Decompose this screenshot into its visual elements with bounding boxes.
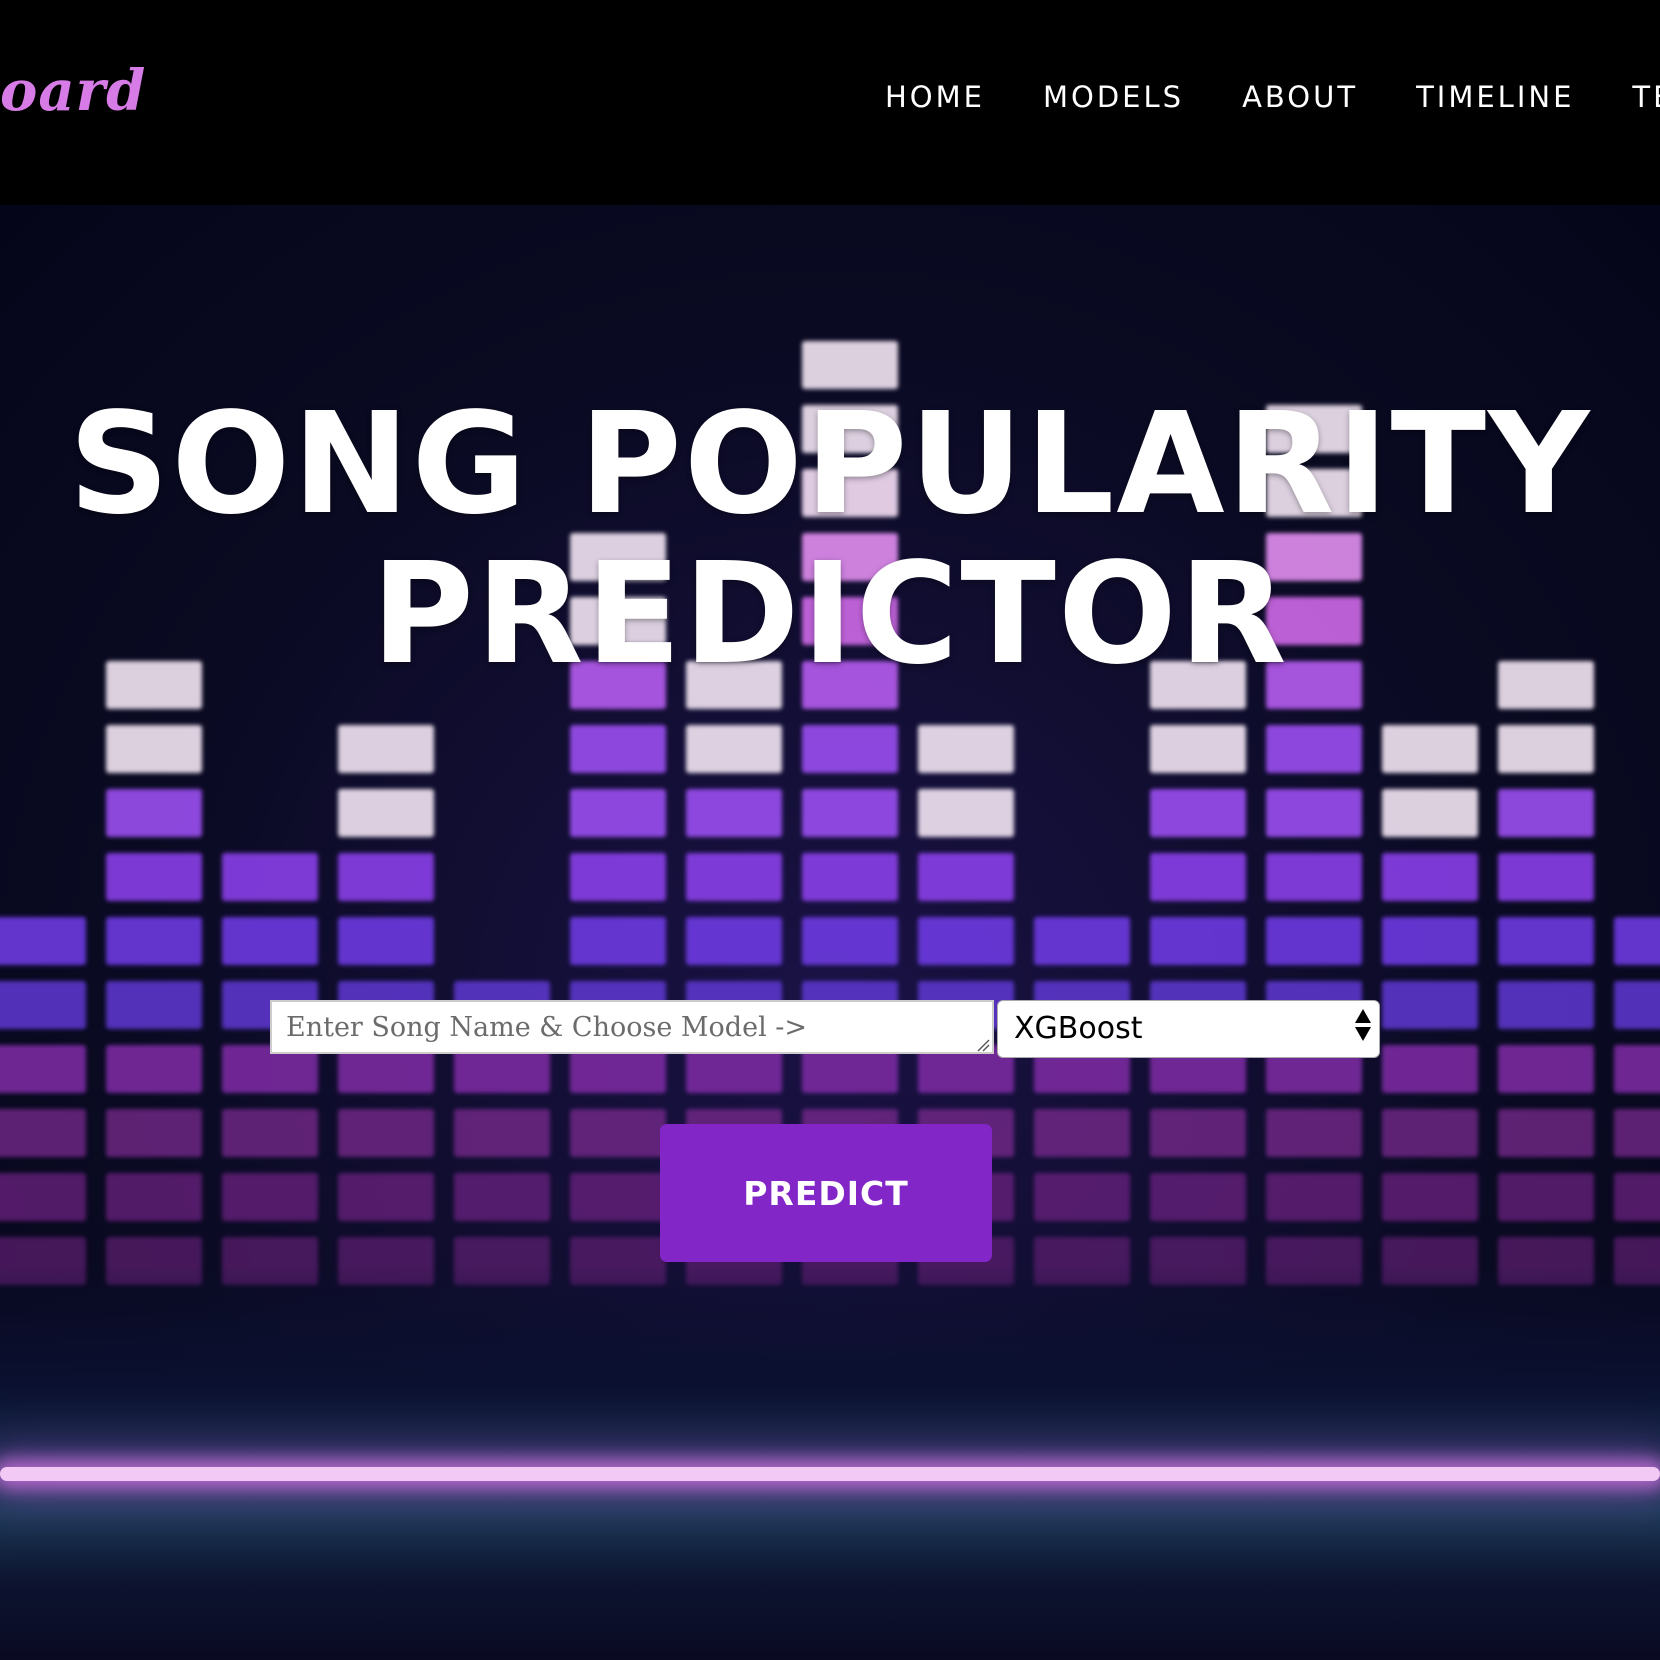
equalizer-segment xyxy=(918,789,1014,837)
equalizer-segment xyxy=(338,789,434,837)
equalizer-segment xyxy=(338,853,434,901)
equalizer-segment xyxy=(1498,853,1594,901)
equalizer-segment xyxy=(1382,1173,1478,1221)
model-select[interactable]: XGBoost xyxy=(997,1000,1380,1058)
equalizer-segment xyxy=(918,853,1014,901)
equalizer-segment xyxy=(1150,1109,1246,1157)
equalizer-segment xyxy=(106,1173,202,1221)
equalizer-segment xyxy=(0,981,86,1029)
equalizer-segment xyxy=(338,725,434,773)
equalizer-segment xyxy=(1614,917,1660,965)
equalizer-segment xyxy=(1498,789,1594,837)
equalizer-segment xyxy=(1614,981,1660,1029)
equalizer-segment xyxy=(1266,1109,1362,1157)
title-line-1: SONG POPULARITY xyxy=(68,383,1592,546)
equalizer-segment xyxy=(918,917,1014,965)
equalizer-segment xyxy=(338,917,434,965)
equalizer-segment xyxy=(570,1109,666,1157)
equalizer-segment xyxy=(454,1173,550,1221)
equalizer-segment xyxy=(106,1045,202,1093)
equalizer-segment xyxy=(918,725,1014,773)
equalizer-segment xyxy=(454,1109,550,1157)
equalizer-segment xyxy=(106,789,202,837)
equalizer-segment xyxy=(1150,1173,1246,1221)
equalizer-segment xyxy=(106,853,202,901)
equalizer-segment xyxy=(1266,853,1362,901)
navbar: oard HOME MODELS ABOUT TIMELINE TE xyxy=(0,0,1660,205)
floor-reflection xyxy=(0,1265,1660,1660)
brand-logo[interactable]: oard xyxy=(0,58,146,124)
equalizer-segment xyxy=(1498,917,1594,965)
equalizer-segment xyxy=(222,853,318,901)
song-name-input[interactable] xyxy=(270,1000,994,1054)
equalizer-segment xyxy=(1034,1173,1130,1221)
nav-link-home[interactable]: HOME xyxy=(885,80,985,114)
equalizer-segment xyxy=(1382,917,1478,965)
equalizer-segment xyxy=(0,1045,86,1093)
resize-grip-icon[interactable] xyxy=(976,1038,990,1052)
equalizer-segment xyxy=(0,1173,86,1221)
equalizer-segment xyxy=(802,789,898,837)
equalizer-segment xyxy=(222,1109,318,1157)
equalizer-segment xyxy=(1150,725,1246,773)
up-down-caret-icon xyxy=(1355,1009,1371,1041)
equalizer-segment xyxy=(222,917,318,965)
nav-link-models[interactable]: MODELS xyxy=(1043,80,1184,114)
equalizer-segment xyxy=(570,789,666,837)
nav-links: HOME MODELS ABOUT TIMELINE TE xyxy=(885,80,1660,114)
equalizer-segment xyxy=(1498,1109,1594,1157)
nav-link-about[interactable]: ABOUT xyxy=(1242,80,1358,114)
equalizer-segment xyxy=(570,1173,666,1221)
predict-button[interactable]: PREDICT xyxy=(660,1124,992,1262)
equalizer-segment xyxy=(1034,917,1130,965)
equalizer-segment xyxy=(1382,789,1478,837)
equalizer-segment xyxy=(0,917,86,965)
equalizer-segment xyxy=(802,725,898,773)
equalizer-segment xyxy=(802,853,898,901)
equalizer-segment xyxy=(686,725,782,773)
equalizer-segment xyxy=(570,725,666,773)
equalizer-segment xyxy=(222,1173,318,1221)
equalizer-segment xyxy=(1150,853,1246,901)
equalizer-segment xyxy=(338,1173,434,1221)
equalizer-segment xyxy=(1266,917,1362,965)
equalizer-segment xyxy=(106,1109,202,1157)
equalizer-segment xyxy=(1498,981,1594,1029)
equalizer-segment xyxy=(802,341,898,389)
glow-line xyxy=(0,1467,1660,1481)
equalizer-segment xyxy=(1266,725,1362,773)
model-select-value: XGBoost xyxy=(1014,1011,1143,1046)
equalizer-segment xyxy=(1498,725,1594,773)
equalizer-segment xyxy=(802,917,898,965)
nav-link-te[interactable]: TE xyxy=(1632,80,1660,114)
equalizer-segment xyxy=(1614,1045,1660,1093)
equalizer-segment xyxy=(1150,917,1246,965)
equalizer-segment xyxy=(1266,1173,1362,1221)
equalizer-segment xyxy=(1498,1173,1594,1221)
equalizer-segment xyxy=(1498,1045,1594,1093)
equalizer-segment xyxy=(1266,789,1362,837)
equalizer-segment xyxy=(686,917,782,965)
equalizer-segment xyxy=(1382,981,1478,1029)
equalizer-segment xyxy=(686,789,782,837)
equalizer-segment xyxy=(338,1109,434,1157)
equalizer-segment xyxy=(1382,1045,1478,1093)
equalizer-segment xyxy=(1382,853,1478,901)
equalizer-segment xyxy=(1382,725,1478,773)
equalizer-segment xyxy=(686,853,782,901)
equalizer-segment xyxy=(1034,1109,1130,1157)
equalizer-segment xyxy=(570,853,666,901)
equalizer-segment xyxy=(0,1109,86,1157)
equalizer-segment xyxy=(106,725,202,773)
page-title: SONG POPULARITY PREDICTOR xyxy=(0,390,1660,690)
equalizer-segment xyxy=(1382,1109,1478,1157)
nav-link-timeline[interactable]: TIMELINE xyxy=(1416,80,1574,114)
equalizer-segment xyxy=(1150,789,1246,837)
equalizer-segment xyxy=(1614,1173,1660,1221)
title-line-2: PREDICTOR xyxy=(371,533,1289,696)
equalizer-segment xyxy=(570,917,666,965)
equalizer-segment xyxy=(106,917,202,965)
equalizer-segment xyxy=(106,981,202,1029)
equalizer-segment xyxy=(1614,1109,1660,1157)
